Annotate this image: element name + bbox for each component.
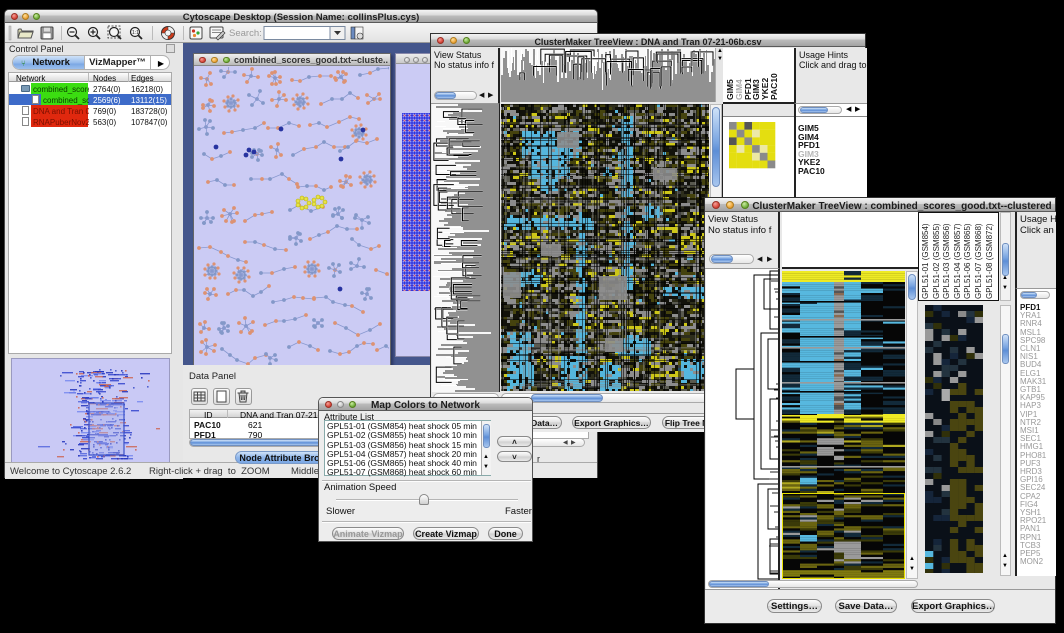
svg-text:GPL51-01 (GSM854): GPL51-01 (GSM854) bbox=[921, 223, 930, 299]
svg-text:GPL51-04 (GSM857): GPL51-04 (GSM857) bbox=[953, 223, 962, 299]
svg-text:Search:: Search: bbox=[229, 28, 262, 39]
svg-text:GPL51-02 (GSM855): GPL51-02 (GSM855) bbox=[932, 223, 941, 299]
svg-text:PAC10: PAC10 bbox=[769, 73, 779, 100]
svg-text:GPL51-07 (GSM868): GPL51-07 (GSM868) bbox=[974, 223, 983, 299]
svg-text:GPL51-08 (GSM872): GPL51-08 (GSM872) bbox=[985, 223, 994, 299]
svg-text:1:1: 1:1 bbox=[132, 30, 139, 36]
svg-text:GPL51-06 (GSM865): GPL51-06 (GSM865) bbox=[963, 223, 972, 299]
svg-text:GPL51-03 (GSM856): GPL51-03 (GSM856) bbox=[942, 223, 951, 299]
